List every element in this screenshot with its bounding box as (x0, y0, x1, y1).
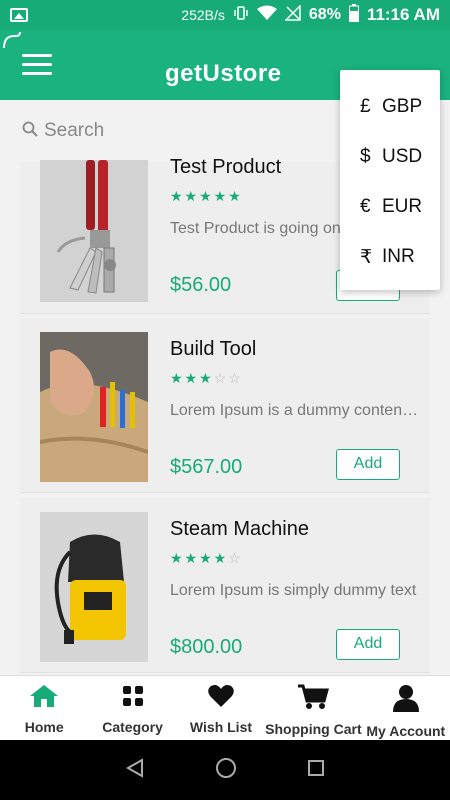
nav-wish-list[interactable]: Wish List (177, 676, 265, 740)
no-signal-icon (284, 4, 301, 25)
rating-stars: ★★★☆☆ (170, 370, 243, 386)
currency-inr[interactable]: ₹ INR (340, 232, 440, 282)
product-image[interactable] (40, 512, 148, 662)
currency-code: INR (382, 246, 415, 267)
currency-code: GBP (382, 96, 423, 117)
home-circle-icon[interactable] (215, 757, 237, 784)
nav-shopping-cart[interactable]: Shopping Cart (265, 676, 362, 740)
nav-home[interactable]: Home (0, 676, 88, 740)
cart-icon (297, 684, 330, 715)
product-description: Lorem Ipsum is simply dummy text (170, 582, 417, 599)
search-input[interactable]: Search (44, 120, 104, 142)
logo-text-left: get (165, 60, 203, 87)
back-icon[interactable] (125, 757, 145, 783)
account-icon (392, 684, 420, 717)
product-price: $800.00 (170, 636, 243, 658)
currency-usd[interactable]: $ USD (340, 132, 440, 182)
search-icon (22, 121, 38, 142)
nav-label: Shopping Cart (265, 721, 362, 737)
currency-menu: £ GBP $ USD € EUR ₹ INR (340, 70, 440, 290)
product-title[interactable]: Build Tool (170, 338, 256, 361)
app-logo: getUstore (165, 60, 282, 88)
nav-category[interactable]: Category (88, 676, 176, 740)
product-card[interactable]: Steam Machine ★★★★☆ Lorem Ipsum is simpl… (20, 498, 430, 673)
clock: 11:16 AM (366, 5, 440, 24)
category-icon (121, 684, 145, 713)
battery-icon (348, 4, 359, 26)
recents-icon[interactable] (307, 759, 325, 782)
nav-label: Category (102, 719, 163, 735)
system-nav-bar (0, 740, 450, 800)
currency-eur[interactable]: € EUR (340, 182, 440, 232)
add-to-cart-button[interactable]: Add (336, 449, 400, 480)
product-image[interactable] (40, 160, 148, 302)
currency-symbol: £ (360, 96, 371, 117)
currency-symbol: ₹ (360, 246, 373, 268)
rating-stars: ★★★★★ (170, 188, 243, 204)
menu-button[interactable] (22, 54, 52, 76)
logo-text-right: store (220, 60, 282, 87)
nav-label: Home (24, 719, 64, 735)
status-bar: 252B/s 68% 11:16 AM (0, 0, 450, 30)
network-speed: 252B/s (181, 7, 225, 23)
logo-plug-icon (3, 31, 21, 49)
product-image[interactable] (40, 332, 148, 482)
currency-gbp[interactable]: £ GBP (340, 82, 440, 132)
add-to-cart-button[interactable]: Add (336, 629, 400, 660)
nav-my-account[interactable]: My Account (362, 676, 450, 740)
currency-symbol: € (360, 196, 371, 217)
product-title[interactable]: Test Product (170, 156, 281, 179)
product-price: $567.00 (170, 456, 243, 478)
bottom-nav: Home Category Wish List Shopping Cart My… (0, 675, 450, 740)
battery-percent: 68% (308, 6, 341, 23)
product-price: $56.00 (170, 274, 232, 296)
logo-text-u: U (202, 60, 221, 87)
currency-symbol: $ (360, 146, 371, 167)
rating-stars: ★★★★☆ (170, 550, 243, 566)
vibrate-icon (233, 5, 249, 25)
heart-icon (207, 684, 235, 713)
currency-code: USD (382, 146, 423, 167)
product-card[interactable]: Build Tool ★★★☆☆ Lorem Ipsum is a dummy … (20, 318, 430, 493)
nav-label: Wish List (189, 719, 253, 735)
home-icon (29, 684, 59, 713)
nav-label: My Account (366, 723, 446, 739)
product-title[interactable]: Steam Machine (170, 518, 309, 541)
currency-code: EUR (382, 196, 423, 217)
gallery-notification-icon (10, 8, 28, 22)
product-description: Lorem Ipsum is a dummy content text (170, 402, 420, 419)
wifi-icon (256, 5, 277, 25)
